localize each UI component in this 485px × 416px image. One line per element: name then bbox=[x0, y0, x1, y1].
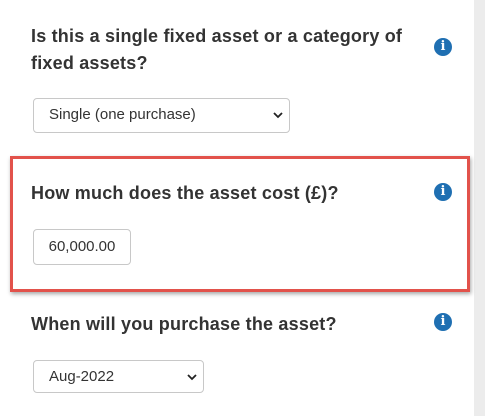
purchase-date-select-value: Aug-2022 bbox=[49, 368, 115, 385]
info-icon[interactable]: i bbox=[434, 313, 452, 331]
question-purchase-date-label: When will you purchase the asset? bbox=[31, 314, 337, 334]
purchase-date-select[interactable]: Aug-2022 bbox=[33, 360, 204, 393]
chevron-down-icon bbox=[187, 374, 197, 381]
highlight-box bbox=[10, 156, 470, 292]
asset-type-select[interactable]: Single (one purchase) bbox=[33, 98, 290, 133]
asset-type-select-value: Single (one purchase) bbox=[49, 106, 196, 123]
chevron-down-icon bbox=[273, 112, 283, 119]
question-asset-type-line1: Is this a single fixed asset or a catego… bbox=[31, 26, 403, 46]
question-asset-type-label: Is this a single fixed asset or a catego… bbox=[31, 23, 402, 77]
info-icon[interactable]: i bbox=[434, 38, 452, 56]
question-asset-type-line2: fixed assets? bbox=[31, 53, 148, 73]
